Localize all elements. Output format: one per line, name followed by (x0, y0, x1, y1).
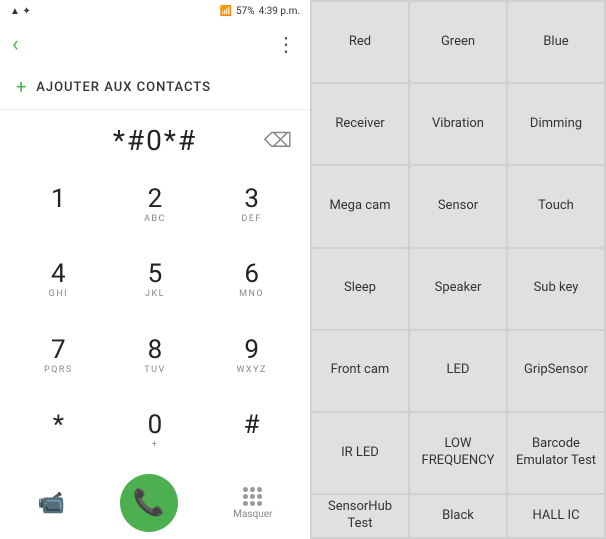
test-btn-green[interactable]: Green (410, 2, 506, 82)
key-1[interactable]: 1 (10, 170, 107, 242)
test-btn-sub-key[interactable]: Sub key (508, 249, 604, 329)
status-left-icons: ▲ ✦ (10, 6, 31, 17)
test-btn-speaker[interactable]: Speaker (410, 249, 506, 329)
test-btn-front-cam[interactable]: Front cam (312, 331, 408, 411)
backspace-button[interactable]: ⌫ (264, 128, 292, 152)
add-contact-label: AJOUTER AUX CONTACTS (36, 80, 211, 95)
test-btn-mega-cam[interactable]: Mega cam (312, 166, 408, 246)
hide-keypad-button[interactable]: Masquer (233, 487, 272, 520)
key-9[interactable]: 9WXYZ (203, 321, 300, 393)
test-btn-low-frequency[interactable]: LOW FREQUENCY (410, 413, 506, 493)
call-button[interactable]: 📞 (120, 474, 178, 532)
key-hash[interactable]: # (203, 396, 300, 468)
key-7[interactable]: 7PQRS (10, 321, 107, 393)
more-options-button[interactable]: ⋮ (276, 32, 298, 56)
key-2[interactable]: 2ABC (107, 170, 204, 242)
left-panel: ▲ ✦ 📶 57% 4:39 p.m. ‹ ⋮ + AJOUTER AUX CO… (0, 0, 310, 539)
time-text: 4:39 p.m. (259, 6, 300, 17)
test-btn-hall-ic[interactable]: HALL IC (508, 495, 604, 537)
grid-dots-icon (243, 487, 262, 506)
right-panel: RedGreenBlue ReceiverVibrationDimming Mega… (310, 0, 606, 539)
status-bar: ▲ ✦ 📶 57% 4:39 p.m. (0, 0, 310, 22)
top-bar: ‹ ⋮ (0, 22, 310, 66)
test-btn-ir-led[interactable]: IR LED (312, 413, 408, 493)
test-btn-black[interactable]: Black (410, 495, 506, 537)
test-btn-dimming[interactable]: Dimming (508, 84, 604, 164)
test-btn-sleep[interactable]: Sleep (312, 249, 408, 329)
key-4[interactable]: 4GHI (10, 245, 107, 317)
back-button[interactable]: ‹ (12, 32, 19, 57)
test-btn-touch[interactable]: Touch (508, 166, 604, 246)
dialed-number: *#0*# (20, 124, 290, 157)
status-right-info: 📶 57% 4:39 p.m. (220, 6, 300, 17)
notification-icons: ▲ ✦ (10, 6, 31, 17)
plus-icon: + (16, 77, 26, 98)
battery-text: 57% (236, 6, 255, 17)
dialed-number-area: *#0*# ⌫ (0, 110, 310, 170)
add-contact-bar[interactable]: + AJOUTER AUX CONTACTS (0, 66, 310, 110)
signal-icon: 📶 (220, 6, 232, 17)
test-btn-gripsensor[interactable]: GripSensor (508, 331, 604, 411)
bottom-bar: 📹 📞 Masquer (0, 471, 310, 539)
test-btn-vibration[interactable]: Vibration (410, 84, 506, 164)
key-3[interactable]: 3DEF (203, 170, 300, 242)
hide-keypad-label: Masquer (233, 509, 272, 520)
key-6[interactable]: 6MNO (203, 245, 300, 317)
keypad: 12ABC3DEF 4GHI5JKL6MNO 7PQRS8TUV9WXYZ *0+# (0, 170, 310, 471)
test-btn-red[interactable]: Red (312, 2, 408, 82)
key-8[interactable]: 8TUV (107, 321, 204, 393)
video-call-button[interactable]: 📹 (38, 491, 65, 516)
key-5[interactable]: 5JKL (107, 245, 204, 317)
test-btn-led[interactable]: LED (410, 331, 506, 411)
key-star[interactable]: * (10, 396, 107, 468)
key-0[interactable]: 0+ (107, 396, 204, 468)
test-btn-sensorhub-test[interactable]: SensorHub Test (312, 495, 408, 537)
test-btn-receiver[interactable]: Receiver (312, 84, 408, 164)
test-btn-blue[interactable]: Blue (508, 2, 604, 82)
test-btn-sensor[interactable]: Sensor (410, 166, 506, 246)
test-btn-barcode-emulator-test[interactable]: Barcode Emulator Test (508, 413, 604, 493)
